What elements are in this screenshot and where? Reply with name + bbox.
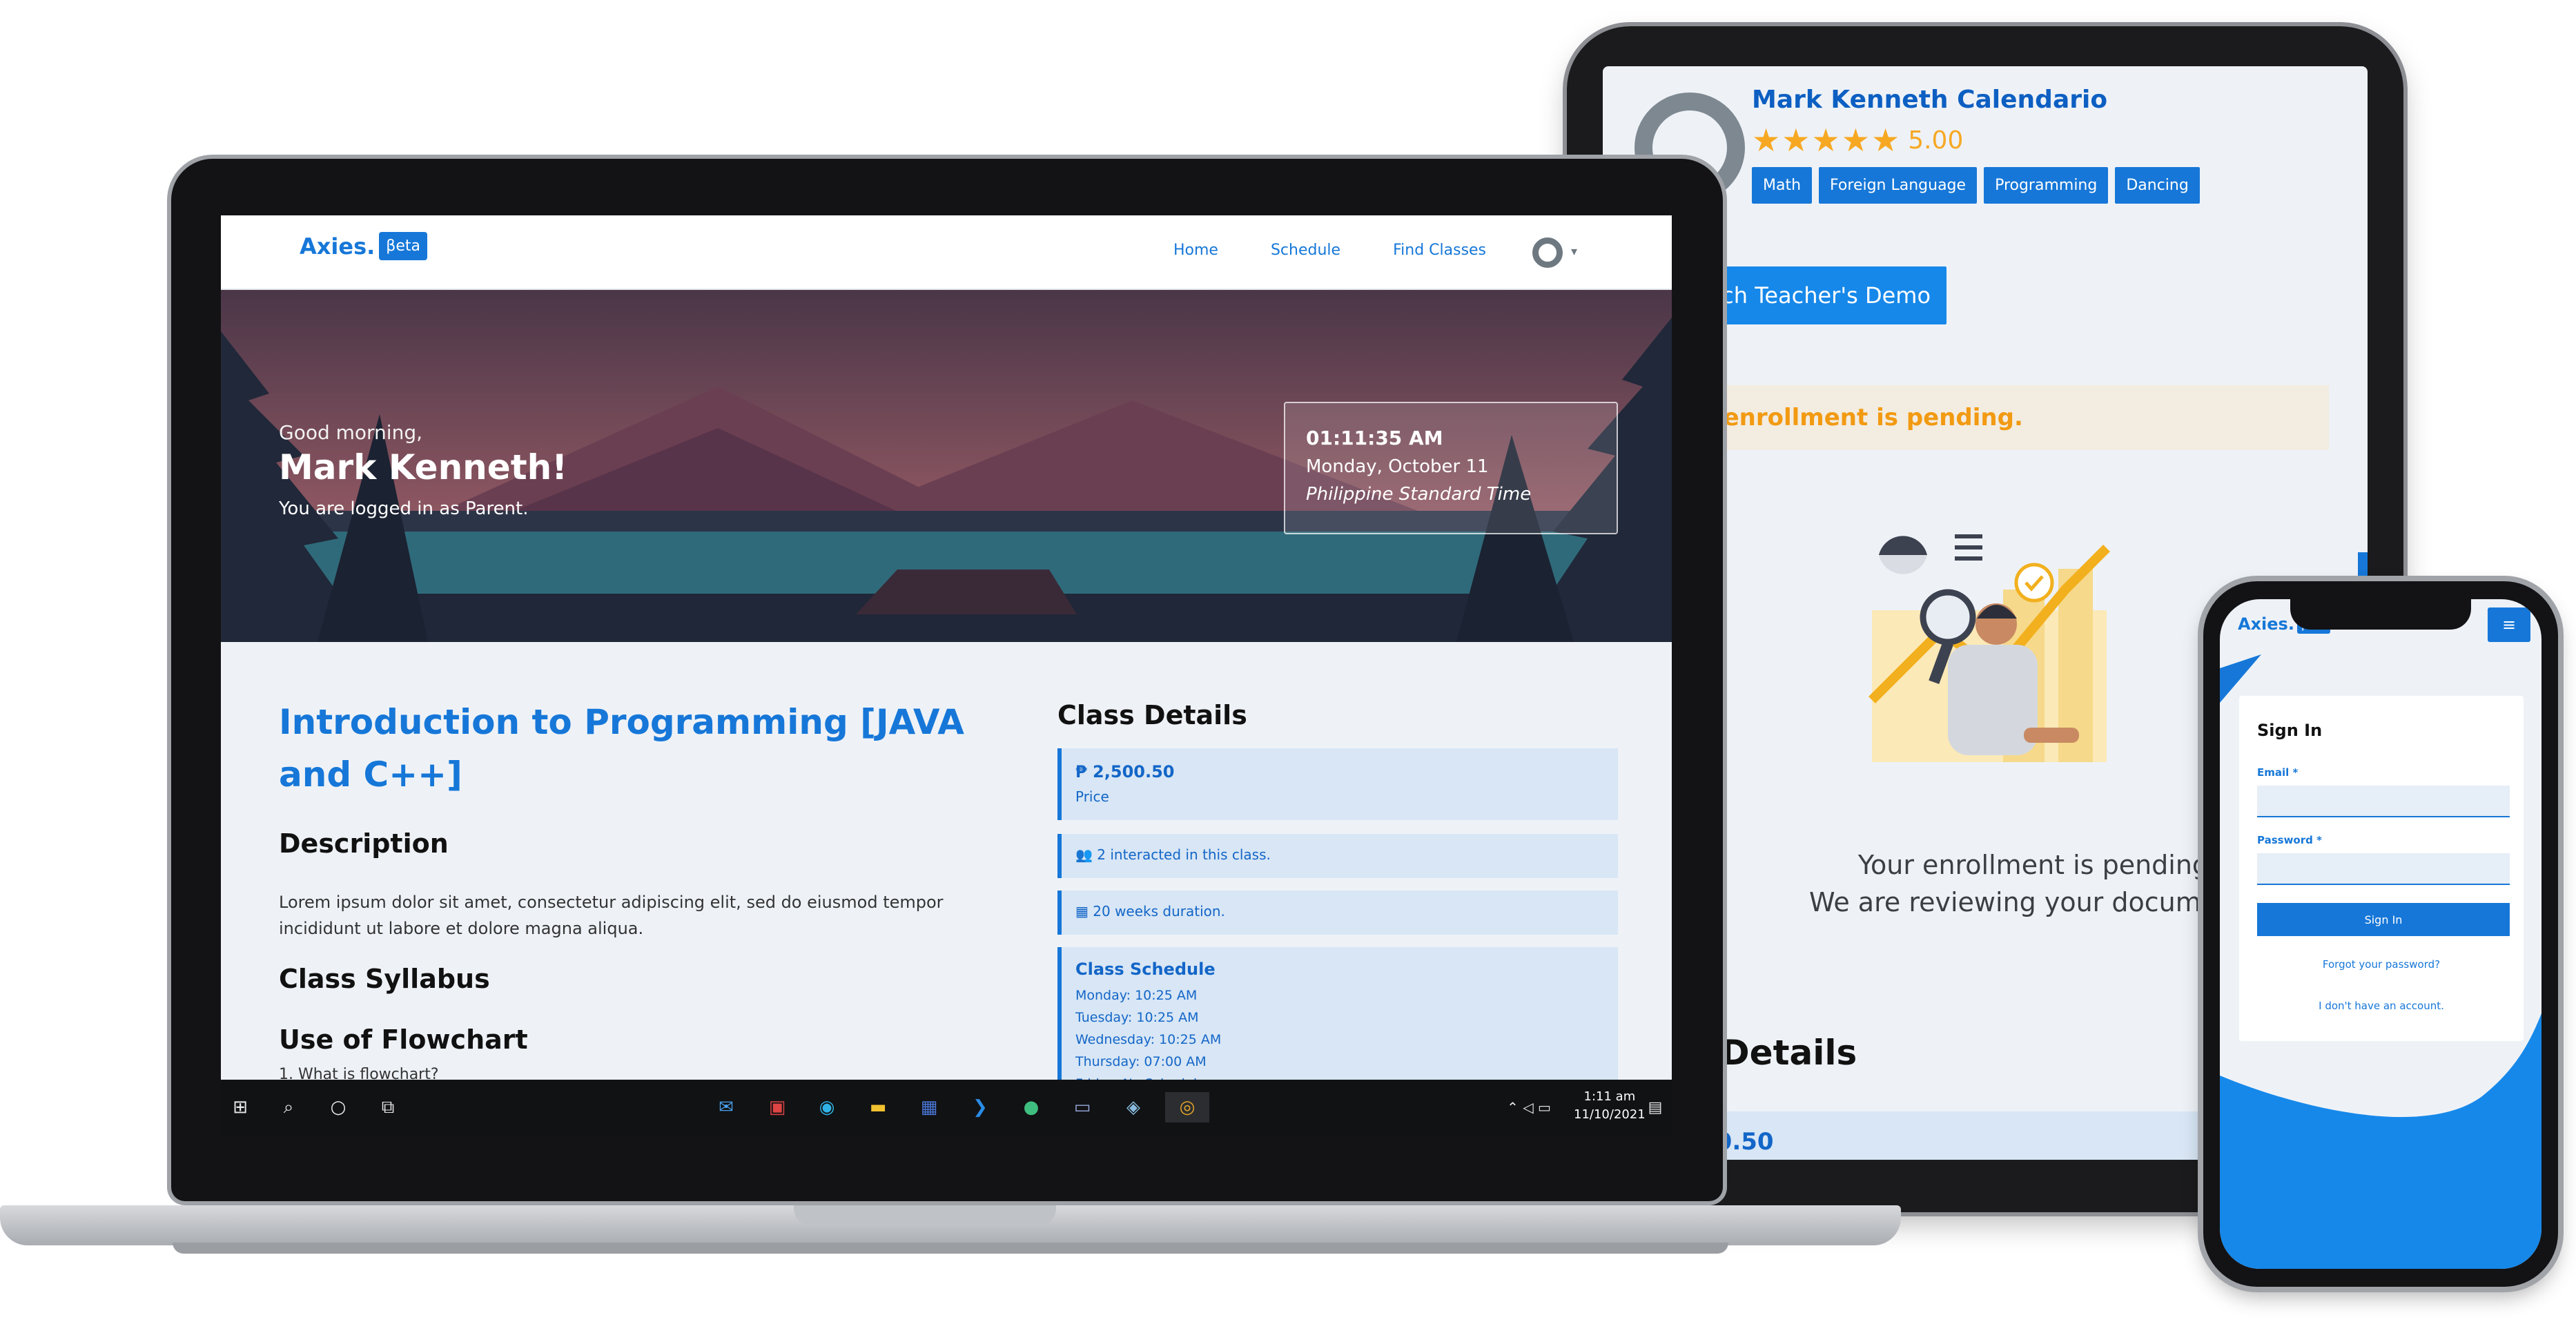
syllabus-topic-heading: Use of Flowchart	[279, 1024, 528, 1055]
nav-schedule[interactable]: Schedule	[1271, 242, 1340, 259]
clock-timezone: Philippine Standard Time	[1306, 484, 1532, 505]
teacher-name: Mark Kenneth Calendario	[1752, 86, 2108, 114]
beta-badge: βeta	[379, 232, 427, 260]
taskbar-clock[interactable]: 1:11 am 11/10/2021	[1574, 1088, 1646, 1124]
nav-links: Home Schedule Find Classes	[1173, 242, 1486, 259]
schedule-row: Wednesday: 10:25 AM	[1075, 1032, 1222, 1047]
greeting-name: Mark Kenneth!	[279, 447, 567, 487]
enrollment-pending-alert: r enrollment is pending.	[1694, 385, 2329, 450]
schedule-row: Thursday: 07:00 AM	[1075, 1054, 1207, 1069]
nav-find-classes[interactable]: Find Classes	[1393, 242, 1486, 259]
laptop-foot	[173, 1243, 1728, 1254]
task-view-icon[interactable]: ⧉	[373, 1092, 403, 1122]
sign-in-title: Sign In	[2257, 721, 2323, 740]
watch-demo-button[interactable]: atch Teacher's Demo	[1686, 266, 1946, 324]
brand-logo[interactable]: Axies. βeta	[300, 232, 427, 260]
calendar-icon: ▦	[1075, 903, 1093, 920]
laptop-screen: Axies. βeta Home Schedule Find Classes ▾	[221, 215, 1672, 1135]
app-icon[interactable]: ◈	[1118, 1092, 1149, 1122]
tag-programming[interactable]: Programming	[1984, 167, 2109, 204]
tag-foreign-language[interactable]: Foreign Language	[1819, 167, 1978, 204]
app-icon[interactable]: ●	[1016, 1092, 1046, 1122]
tag-math[interactable]: Math	[1752, 167, 1813, 204]
mail-icon[interactable]: ✉	[711, 1092, 741, 1122]
app-icon[interactable]: ▦	[914, 1092, 944, 1122]
app-icon[interactable]: ▣	[762, 1092, 792, 1122]
search-icon[interactable]: ⌕	[273, 1092, 304, 1122]
users-icon: 👥	[1075, 846, 1097, 863]
interacted-text: 2 interacted in this class.	[1097, 846, 1271, 863]
course-title: Introduction to Programming [JAVA and C+…	[279, 702, 964, 795]
syllabus-heading: Class Syllabus	[279, 964, 490, 994]
email-field[interactable]	[2257, 786, 2510, 817]
tag-dancing[interactable]: Dancing	[2115, 167, 2200, 204]
email-label: Email *	[2257, 766, 2299, 779]
password-field[interactable]	[2257, 853, 2510, 885]
login-role-text: You are logged in as Parent.	[279, 498, 529, 519]
course-description: Lorem ipsum dolor sit amet, consectetur …	[279, 893, 944, 938]
duration-card: ▦ 20 weeks duration.	[1057, 891, 1618, 935]
schedule-row: Monday: 10:25 AM	[1075, 988, 1198, 1003]
subject-tags: Math Foreign Language Programming Dancin…	[1752, 167, 2200, 204]
sign-in-button[interactable]: Sign In	[2257, 903, 2510, 936]
hamburger-menu-icon[interactable]: ≡	[2488, 607, 2530, 642]
edge-browser-icon[interactable]: ◉	[812, 1092, 842, 1122]
vscode-icon[interactable]: ❯	[965, 1092, 995, 1122]
duration-text: 20 weeks duration.	[1093, 903, 1225, 920]
description-heading: Description	[279, 828, 449, 859]
windows-start-icon[interactable]: ⊞	[225, 1092, 255, 1122]
chrome-browser-icon[interactable]: ◎	[1165, 1092, 1209, 1122]
phone-screen: Axies. βeta ≡ Sign In Email * Password *…	[2220, 599, 2541, 1269]
phone-notch	[2290, 598, 2471, 630]
taskbar-time: 1:11 am	[1583, 1089, 1636, 1104]
greeting-text: Good morning,	[279, 421, 423, 444]
teacher-rating: ★★★★★ 5.00	[1752, 121, 1963, 159]
rating-value: 5.00	[1908, 126, 1964, 155]
clock-date: Monday, October 11	[1306, 456, 1489, 477]
price-card: ₱ 2,500.50 Price	[1057, 748, 1618, 820]
chevron-down-icon[interactable]: ▾	[1571, 244, 1577, 259]
file-explorer-icon[interactable]: ▬	[863, 1092, 893, 1122]
class-details-heading: Class Details	[1057, 700, 1247, 730]
schedule-heading: Class Schedule	[1075, 960, 1216, 979]
nav-home[interactable]: Home	[1173, 242, 1218, 259]
clock-card: 01:11:35 AM Monday, October 11 Philippin…	[1284, 402, 1618, 534]
star-rating-icons: ★★★★★	[1752, 121, 1902, 159]
price-value: ₱ 2,500.50	[1075, 762, 1175, 781]
laptop-opening-notch	[794, 1205, 1056, 1226]
analysis-illustration	[1868, 534, 2110, 762]
hero-banner: Good morning, Mark Kenneth! You are logg…	[221, 290, 1672, 642]
cortana-icon[interactable]: ○	[323, 1092, 353, 1122]
sign-in-card: Sign In Email * Password * Sign In Forgo…	[2239, 696, 2524, 1041]
schedule-row: Tuesday: 10:25 AM	[1075, 1010, 1199, 1025]
price-label: Price	[1075, 788, 1109, 805]
brand-name: Axies.	[300, 233, 375, 260]
notification-icon[interactable]: ▤	[1643, 1092, 1668, 1122]
taskbar-date: 11/10/2021	[1574, 1107, 1646, 1122]
interacted-card: 👥 2 interacted in this class.	[1057, 834, 1618, 878]
terminal-icon[interactable]: ▭	[1067, 1092, 1097, 1122]
user-avatar-icon[interactable]	[1532, 237, 1563, 268]
system-tray-icons[interactable]: ⌃ ◁ ▭	[1498, 1092, 1560, 1122]
windows-taskbar: ⊞ ⌕ ○ ⧉ ✉ ▣ ◉ ▬ ▦ ❯ ● ▭ ◈ ◎ ⌃ ◁ ▭ 1:11 a…	[221, 1080, 1672, 1135]
no-account-link[interactable]: I don't have an account.	[2239, 1000, 2524, 1012]
top-navbar: Axies. βeta Home Schedule Find Classes ▾	[221, 215, 1672, 290]
phone-brand-name: Axies.	[2238, 614, 2294, 634]
forgot-password-link[interactable]: Forgot your password?	[2239, 958, 2524, 971]
password-label: Password *	[2257, 834, 2322, 846]
clock-time: 01:11:35 AM	[1306, 427, 1443, 449]
